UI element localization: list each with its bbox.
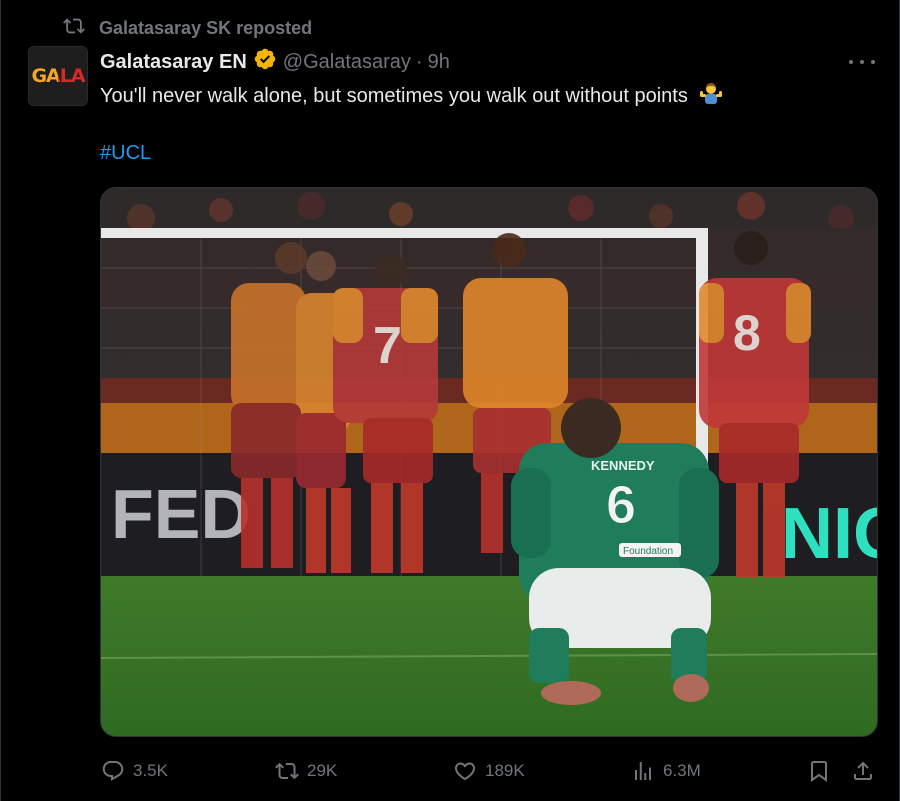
handle[interactable]: @Galatasaray	[283, 51, 411, 74]
more-options-icon[interactable]	[849, 54, 875, 70]
reply-button[interactable]: 3.5K	[101, 756, 168, 786]
views-count: 6.3M	[663, 761, 701, 780]
verified-badge-icon[interactable]	[247, 47, 283, 77]
separator: ·	[415, 50, 423, 73]
share-icon	[854, 761, 872, 780]
shrug-emoji-icon	[699, 82, 723, 113]
banner-text-right: NIG	[781, 494, 878, 574]
avatar[interactable]: GALA	[28, 46, 88, 106]
repost-count: 29K	[307, 761, 338, 780]
heart-icon	[454, 762, 476, 781]
analytics-icon	[635, 762, 651, 780]
views-button[interactable]: 6.3M	[631, 756, 701, 786]
tweet-body: You'll never walk alone, but sometimes y…	[100, 85, 688, 107]
reply-count: 3.5K	[133, 761, 168, 780]
repost-icon	[63, 15, 85, 42]
tweet-container[interactable]: Galatasaray SK reposted GALA Galatasaray…	[0, 0, 900, 801]
jersey-sponsor: Foundation	[623, 546, 673, 557]
photo-illustration: FED NIG	[101, 188, 878, 736]
jersey-name: KENNEDY	[591, 458, 655, 473]
tweet-header: Galatasaray EN @Galatasaray · 9h	[100, 48, 450, 76]
reply-icon	[102, 761, 124, 781]
tweet-photo[interactable]: FED NIG	[100, 187, 878, 737]
bookmark-icon	[811, 761, 827, 782]
retweet-icon	[275, 762, 299, 780]
banner-text-left: FED	[111, 475, 251, 553]
repost-header[interactable]: Galatasaray SK reposted	[63, 16, 312, 40]
avatar-logo-text: GALA	[31, 65, 85, 87]
repost-button[interactable]: 29K	[275, 756, 337, 786]
like-button[interactable]: 189K	[453, 756, 525, 786]
display-name[interactable]: Galatasaray EN	[100, 51, 247, 74]
bookmark-button[interactable]	[807, 756, 831, 786]
svg-text:7: 7	[373, 317, 402, 375]
hashtag-link[interactable]: #UCL	[100, 142, 151, 165]
action-bar: 3.5K 29K 189K 6.3M	[101, 756, 881, 786]
svg-text:8: 8	[733, 305, 761, 361]
like-count: 189K	[485, 761, 525, 780]
share-button[interactable]	[851, 756, 875, 786]
jersey-number: 6	[606, 475, 636, 535]
repost-label: Galatasaray SK reposted	[99, 17, 313, 38]
timestamp[interactable]: 9h	[428, 51, 450, 74]
tweet-text: You'll never walk alone, but sometimes y…	[100, 82, 723, 113]
